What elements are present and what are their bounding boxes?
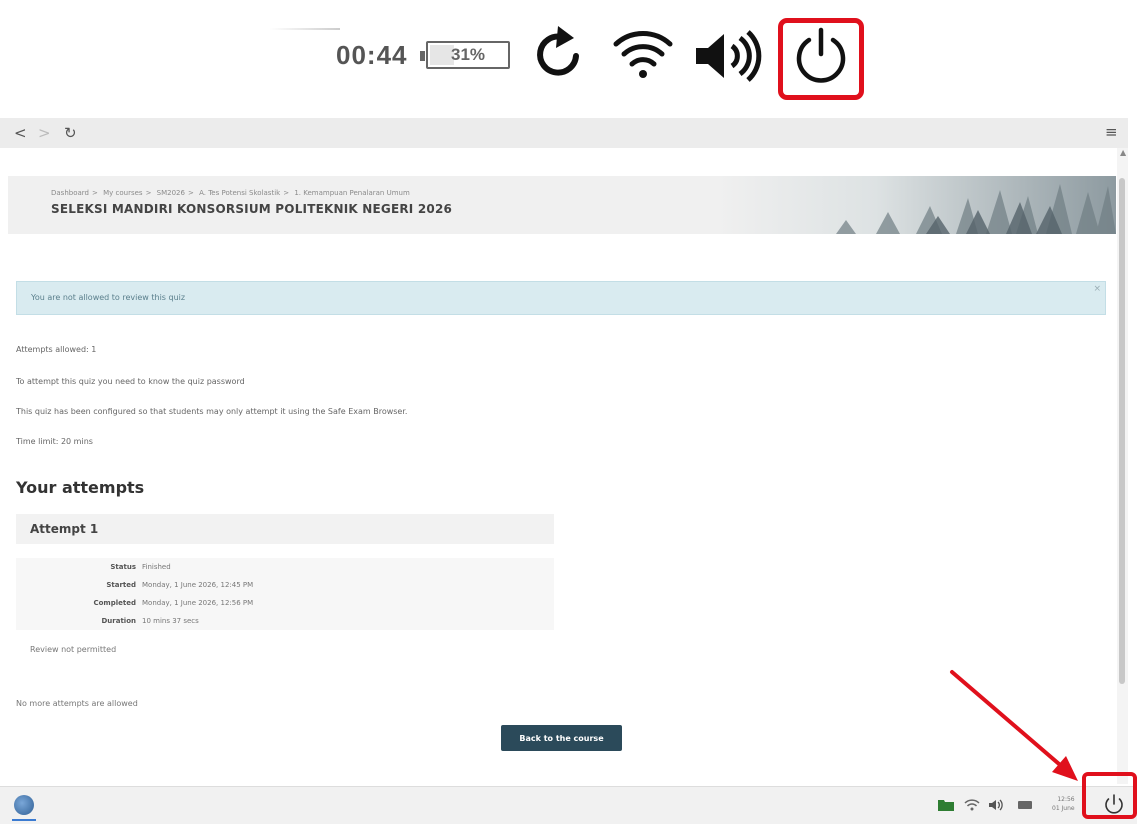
review-note: Review not permitted xyxy=(30,645,117,654)
battery-label: 31% xyxy=(450,45,486,64)
forest-banner-image xyxy=(716,176,1116,234)
folder-icon[interactable] xyxy=(938,799,954,811)
row-value: Monday, 1 June 2026, 12:56 PM xyxy=(142,599,254,607)
course-header: Dashboard > My courses > SM2026 > A. Tes Po… xyxy=(8,176,1116,234)
row-label: Started xyxy=(106,581,136,589)
volume-icon[interactable] xyxy=(692,28,770,84)
row-value: 10 mins 37 secs xyxy=(142,617,199,625)
table-row: Status Finished xyxy=(16,558,554,576)
scrollbar-thumb[interactable] xyxy=(1119,178,1125,684)
alert-message: You are not allowed to review this quiz xyxy=(31,293,186,302)
battery-fill xyxy=(430,45,454,65)
breadcrumb-item[interactable]: 1. Kemampuan Penalaran Umum xyxy=(294,189,409,197)
active-app-indicator xyxy=(12,819,36,821)
attempts-heading: Your attempts xyxy=(16,478,145,497)
table-row: Started Monday, 1 June 2026, 12:45 PM xyxy=(16,576,554,594)
back-to-course-button[interactable]: Back to the course xyxy=(501,725,622,751)
browser-app-icon[interactable] xyxy=(14,795,34,815)
table-row: Duration 10 mins 37 secs xyxy=(16,612,554,630)
alert-box: You are not allowed to review this quiz … xyxy=(16,281,1106,315)
row-value: Monday, 1 June 2026, 12:45 PM xyxy=(142,581,254,589)
row-label: Duration xyxy=(101,617,136,625)
attempt-summary-table: Status Finished Started Monday, 1 June 2… xyxy=(16,558,554,630)
breadcrumb-item[interactable]: SM2026 xyxy=(157,189,185,197)
row-value: Finished xyxy=(142,563,171,571)
no-more-attempts-text: No more attempts are allowed xyxy=(16,699,138,708)
breadcrumb-sep: > xyxy=(187,189,194,197)
taskbar-clock[interactable]: 12:56 01 June xyxy=(1052,795,1075,813)
forward-button[interactable]: > xyxy=(38,124,51,142)
clock-date: 01 June xyxy=(1052,805,1075,812)
keyboard-icon[interactable] xyxy=(1018,801,1032,809)
reload-icon[interactable] xyxy=(532,24,586,84)
power-highlight-box xyxy=(1082,772,1137,819)
back-button[interactable]: < xyxy=(14,124,27,142)
scroll-up-icon[interactable]: ▲ xyxy=(1120,148,1126,157)
wifi-icon[interactable] xyxy=(964,798,980,812)
breadcrumb-item[interactable]: Dashboard xyxy=(51,189,89,197)
row-label: Completed xyxy=(93,599,136,607)
page-scrollbar[interactable]: ▲ xyxy=(1117,148,1128,784)
breadcrumb: Dashboard > My courses > SM2026 > A. Tes Po… xyxy=(51,189,413,197)
taskbar: 12:56 01 June xyxy=(0,786,1137,824)
seb-note: This quiz has been configured so that st… xyxy=(16,407,408,416)
zoomed-tray-callout: 00:44 31% xyxy=(0,0,1137,108)
attempt-title: Attempt 1 xyxy=(30,522,99,536)
browser-navbar: < > ↻ ≡ xyxy=(0,118,1128,148)
wifi-icon[interactable] xyxy=(612,26,674,82)
close-icon[interactable]: × xyxy=(1093,284,1101,294)
breadcrumb-item[interactable]: A. Tes Potensi Skolastik xyxy=(199,189,280,197)
breadcrumb-sep: > xyxy=(91,189,98,197)
breadcrumb-item[interactable]: My courses xyxy=(103,189,142,197)
breadcrumb-sep: > xyxy=(145,189,152,197)
tray-clock-zoomed: 00:44 xyxy=(336,40,408,70)
menu-button[interactable]: ≡ xyxy=(1105,123,1118,141)
browser-viewport xyxy=(0,148,1128,784)
attempts-allowed-text: Attempts allowed: 1 xyxy=(16,345,97,354)
row-label: Status xyxy=(110,563,136,571)
volume-icon[interactable] xyxy=(988,798,1004,812)
power-highlight-box xyxy=(778,18,864,100)
table-row: Completed Monday, 1 June 2026, 12:56 PM xyxy=(16,594,554,612)
clock-time: 12:56 xyxy=(1057,796,1075,803)
password-note: To attempt this quiz you need to know th… xyxy=(16,377,245,386)
divider xyxy=(270,28,340,30)
reload-button[interactable]: ↻ xyxy=(64,124,77,142)
page-title: SELEKSI MANDIRI KONSORSIUM POLITEKNIK NE… xyxy=(51,202,453,216)
attempt-card-header: Attempt 1 xyxy=(16,514,554,544)
time-limit-text: Time limit: 20 mins xyxy=(16,437,93,446)
breadcrumb-sep: > xyxy=(283,189,290,197)
battery-indicator: 31% xyxy=(420,41,510,69)
